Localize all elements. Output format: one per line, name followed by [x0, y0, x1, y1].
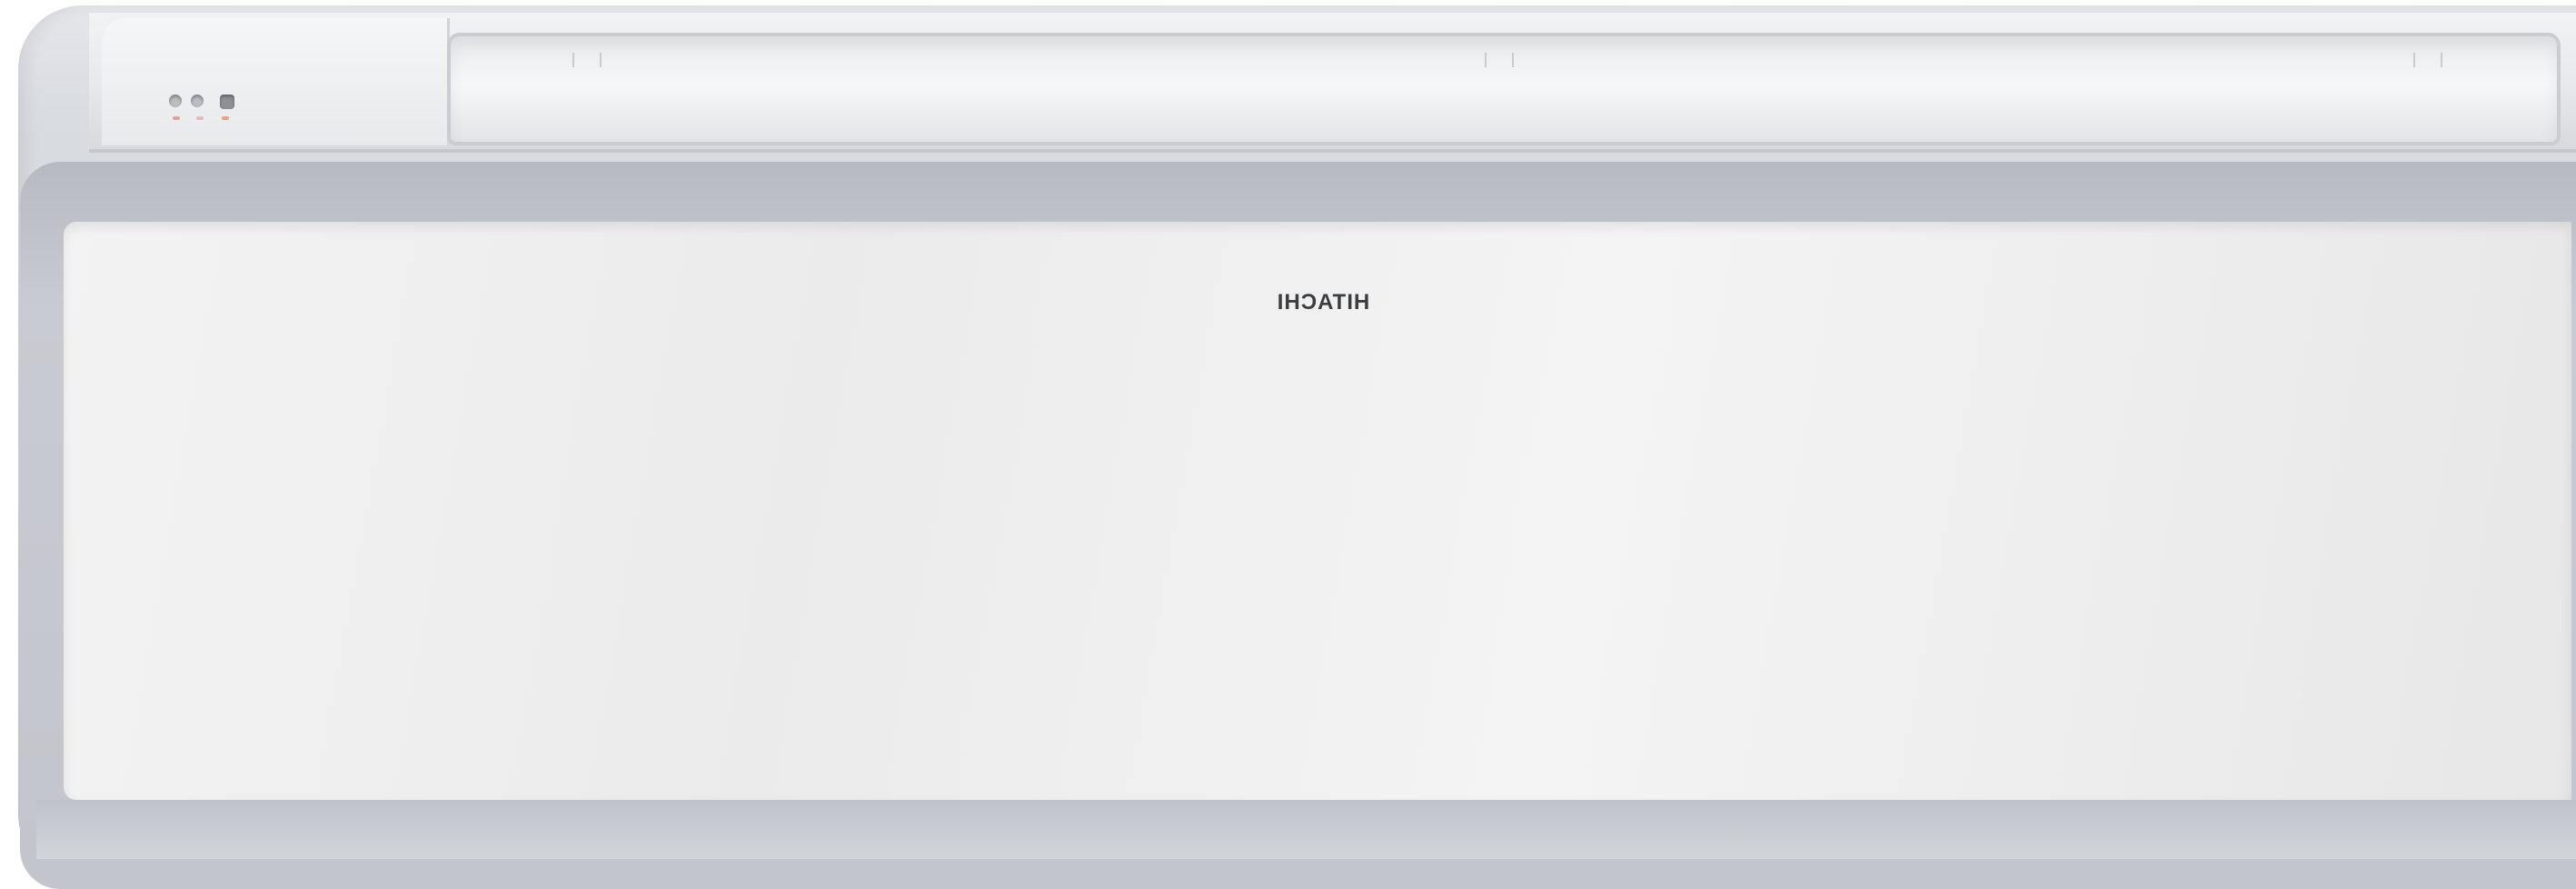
indicator-light-1 [169, 95, 182, 107]
brand-logo: HITACHI [1268, 289, 1378, 316]
brand-logo-text: HITACHI [1276, 290, 1370, 315]
status-panel [102, 18, 450, 145]
indicator-mark-1 [173, 116, 180, 120]
vent-clip-3 [2413, 53, 2442, 67]
vent-clip-2 [1485, 53, 1514, 67]
status-panel-label [169, 69, 251, 85]
indicator-mark-2 [196, 116, 204, 120]
indicator-light-2 [191, 95, 204, 107]
vent-clip-1 [572, 53, 602, 67]
indicator-mark-3 [222, 116, 229, 120]
bottom-lip [36, 800, 2576, 859]
air-vent [447, 33, 2561, 145]
indicator-light-3 [220, 95, 234, 109]
